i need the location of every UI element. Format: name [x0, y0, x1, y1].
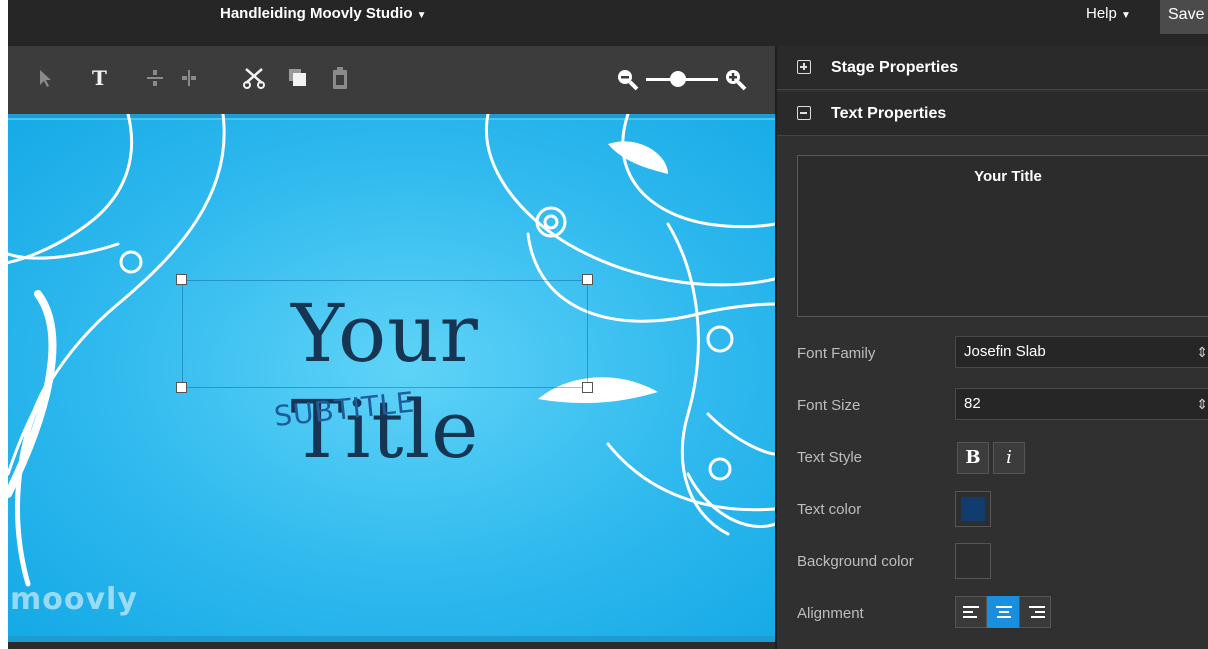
font-size-label: Font Size	[797, 397, 861, 414]
background-color-swatch	[961, 549, 985, 573]
text-properties-header[interactable]: Text Properties	[777, 92, 1208, 136]
chevron-down-icon: ▼	[1121, 10, 1131, 21]
select-pointer-icon[interactable]	[38, 68, 52, 88]
paste-icon[interactable]	[332, 66, 348, 90]
project-title: Handleiding Moovly Studio	[220, 5, 413, 22]
align-horizontal-icon[interactable]	[180, 68, 198, 88]
text-properties-label: Text Properties	[831, 105, 947, 122]
font-family-value: Josefin Slab	[964, 343, 1046, 360]
scissors-icon[interactable]	[242, 66, 266, 90]
alignment-label: Alignment	[797, 605, 864, 622]
top-bar: Handleiding Moovly Studio ▼ Help ▼ Save	[8, 0, 1208, 46]
bold-button[interactable]: B	[957, 442, 989, 474]
resize-handle-bottom-left[interactable]	[176, 382, 187, 393]
zoom-slider-handle[interactable]	[670, 71, 686, 87]
chevron-up-down-icon: ⇕	[1196, 344, 1208, 360]
font-size-input[interactable]: 82 ⇕	[955, 388, 1208, 420]
expand-plus-icon[interactable]	[797, 60, 811, 74]
font-family-select[interactable]: Josefin Slab ⇕	[955, 336, 1208, 368]
align-right-button[interactable]	[1019, 596, 1051, 628]
timeline-edge	[8, 642, 775, 649]
save-button[interactable]: Save	[1160, 0, 1208, 34]
text-style-label: Text Style	[797, 449, 863, 466]
background-color-label: Background color	[797, 553, 914, 570]
italic-button[interactable]: i	[993, 442, 1025, 474]
resize-handle-bottom-right[interactable]	[582, 382, 593, 393]
resize-handle-top-left[interactable]	[176, 274, 187, 285]
resize-handle-top-right[interactable]	[582, 274, 593, 285]
stage-title-text[interactable]: Your Title	[190, 286, 580, 478]
stage-properties-header[interactable]: Stage Properties	[777, 46, 1208, 90]
text-color-swatch	[961, 497, 985, 521]
text-color-label: Text color	[797, 501, 862, 518]
background-color-picker[interactable]	[955, 543, 991, 579]
zoom-in-icon[interactable]	[724, 68, 748, 92]
project-title-menu[interactable]: Handleiding Moovly Studio ▼	[220, 0, 427, 28]
text-color-picker[interactable]	[955, 491, 991, 527]
stepper-icon[interactable]: ⇕	[1196, 389, 1208, 419]
moovly-watermark: moovly	[10, 582, 138, 617]
text-tool-icon[interactable]: T	[92, 68, 107, 88]
stage-properties-label: Stage Properties	[831, 59, 959, 76]
font-family-label: Font Family	[797, 345, 876, 362]
collapse-minus-icon[interactable]	[797, 106, 811, 120]
font-size-value: 82	[964, 395, 981, 412]
copy-icon[interactable]	[288, 68, 308, 88]
zoom-out-icon[interactable]	[616, 68, 640, 92]
text-preview-editor[interactable]: Your Title	[797, 155, 1208, 317]
align-vertical-icon[interactable]	[146, 68, 164, 88]
align-left-button[interactable]	[955, 596, 987, 628]
editor-toolbar: T	[8, 46, 775, 114]
preview-text: Your Title	[974, 168, 1042, 185]
help-menu[interactable]: Help ▼	[1086, 0, 1131, 28]
zoom-control	[616, 66, 750, 92]
help-label: Help	[1086, 5, 1117, 22]
chevron-down-icon: ▼	[416, 10, 427, 21]
stage-canvas[interactable]: Your Title SUBTITLE moovly	[8, 114, 775, 642]
properties-panel: Stage Properties Text Properties Your Ti…	[775, 46, 1208, 649]
align-center-button[interactable]	[987, 596, 1019, 628]
